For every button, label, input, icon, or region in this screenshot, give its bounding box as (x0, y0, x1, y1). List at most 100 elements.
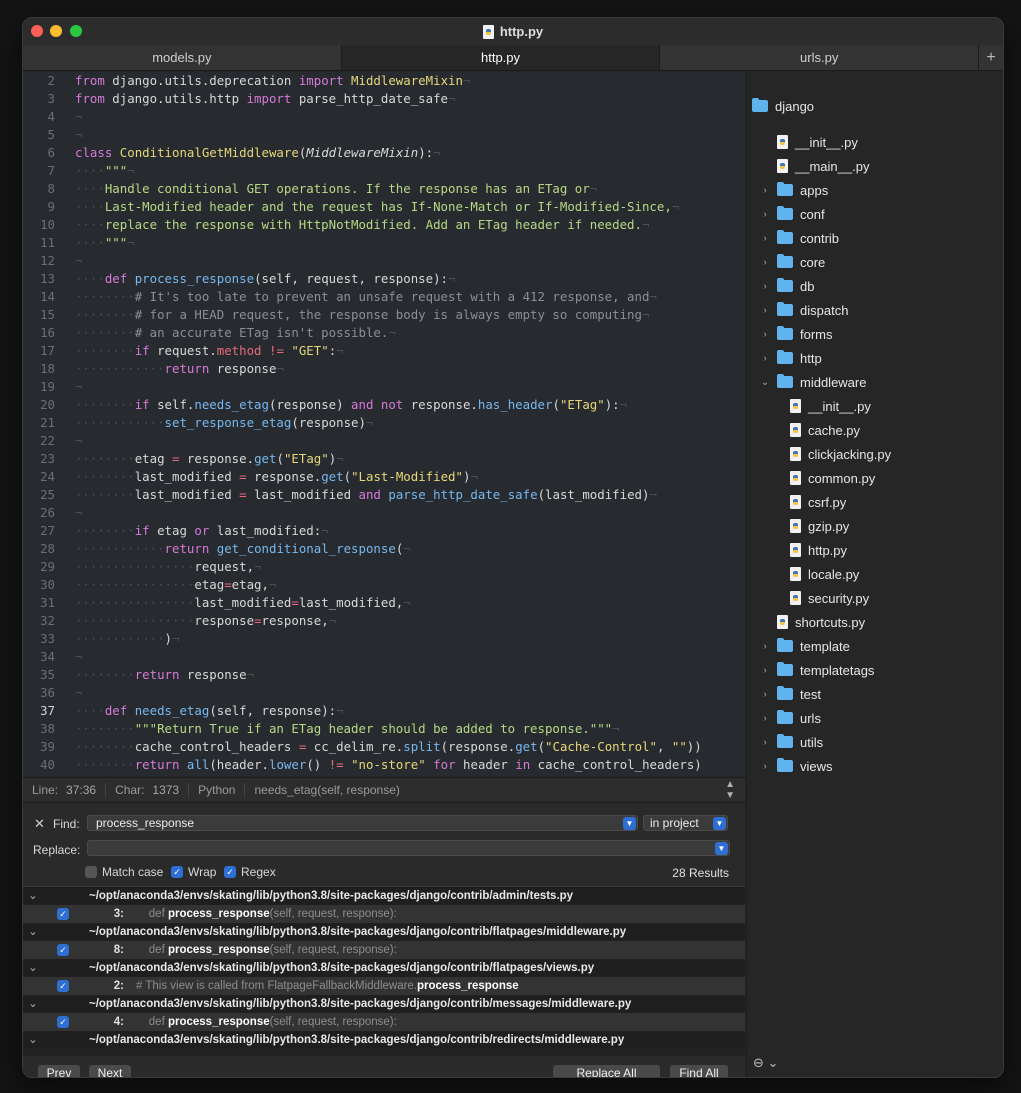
code-line[interactable]: 26 ¬ (23, 504, 745, 522)
code-line[interactable]: 28 ············return get_conditional_res… (23, 540, 745, 558)
tree-file[interactable]: shortcuts.py (760, 613, 865, 631)
tree-folder[interactable]: › templatetags (760, 661, 874, 679)
chevron-right-icon[interactable]: › (760, 689, 770, 700)
code-line[interactable]: 29 ················request,¬ (23, 558, 745, 576)
chevron-right-icon[interactable]: › (760, 353, 770, 364)
result-file-row[interactable]: ⌄ ~/opt/anaconda3/envs/skating/lib/python… (23, 1031, 745, 1049)
chevron-right-icon[interactable]: › (760, 257, 770, 268)
code-line[interactable]: 14 ········# It's too late to prevent an … (23, 288, 745, 306)
tree-file[interactable]: http.py (773, 541, 847, 559)
code-line[interactable]: 10 ····replace the response with HttpNotM… (23, 216, 745, 234)
find-all-button[interactable]: Find All (670, 1065, 728, 1077)
code-line[interactable]: 27 ········if etag or last_modified:¬ (23, 522, 745, 540)
code-line[interactable]: 21 ············set_response_etag(response… (23, 414, 745, 432)
code-line[interactable]: 12 ¬ (23, 252, 745, 270)
tree-folder[interactable]: ⌄ middleware (760, 373, 866, 391)
code-line[interactable]: 6 class ConditionalGetMiddleware(Middlewa… (23, 144, 745, 162)
code-line[interactable]: 23 ········etag = response.get("ETag")¬ (23, 450, 745, 468)
result-file-row[interactable]: ⌄ ~/opt/anaconda3/envs/skating/lib/python… (23, 959, 745, 977)
zoom-window-button[interactable] (70, 25, 82, 37)
code-line[interactable]: 3 from django.utils.http import parse_htt… (23, 90, 745, 108)
code-line[interactable]: 18 ············return response¬ (23, 360, 745, 378)
find-history-dropdown[interactable]: ▼ (623, 817, 636, 830)
code-line[interactable]: 19 ¬ (23, 378, 745, 396)
tree-file[interactable]: csrf.py (773, 493, 846, 511)
prev-button[interactable]: Prev (38, 1065, 80, 1077)
code-line[interactable]: 37 ····def needs_etag(self, response):¬ (23, 702, 745, 720)
code-line[interactable]: 40 ········return all(header.lower() != "… (23, 756, 745, 774)
chevron-right-icon[interactable]: › (760, 665, 770, 676)
tree-file[interactable]: __init__.py (760, 133, 858, 151)
result-match-row[interactable]: ✓ 2: # This view is called from FlatpageFa… (23, 977, 745, 995)
code-line[interactable]: 32 ················response=response,¬ (23, 612, 745, 630)
result-checkbox[interactable]: ✓ (57, 944, 69, 956)
replace-all-button[interactable]: Replace All (553, 1065, 660, 1077)
language-selector[interactable]: Python (189, 782, 246, 797)
code-line[interactable]: 35 ········return response¬ (23, 666, 745, 684)
result-match-row[interactable]: ✓ 3: def process_response(self, request, … (23, 905, 745, 923)
tab-urls-py[interactable]: urls.py (660, 45, 980, 70)
code-line[interactable]: 33 ············)¬ (23, 630, 745, 648)
code-line[interactable]: 34 ¬ (23, 648, 745, 666)
code-line[interactable]: 5 ¬ (23, 126, 745, 144)
code-line[interactable]: 30 ················etag=etag,¬ (23, 576, 745, 594)
tab-http-py[interactable]: http.py (341, 45, 661, 70)
chevron-down-icon[interactable]: ⌄ (25, 959, 41, 977)
code-line[interactable]: 13 ····def process_response(self, request… (23, 270, 745, 288)
tree-file[interactable]: __main__.py (760, 157, 869, 175)
search-results-list[interactable]: ⌄ ~/opt/anaconda3/envs/skating/lib/python… (23, 886, 745, 1056)
code-line[interactable]: 17 ········if request.method != "GET":¬ (23, 342, 745, 360)
chevron-down-icon[interactable]: ⌄ (25, 923, 41, 941)
code-line[interactable]: 4 ¬ (23, 108, 745, 126)
code-line[interactable]: 9 ····Last-Modified header and the reques… (23, 198, 745, 216)
wrap-checkbox[interactable]: ✓ (171, 866, 183, 878)
add-tab-button[interactable]: + (979, 45, 1003, 70)
chevron-right-icon[interactable]: › (760, 185, 770, 196)
code-line[interactable]: 24 ········last_modified = response.get("… (23, 468, 745, 486)
replace-history-dropdown[interactable]: ▼ (715, 842, 728, 855)
code-line[interactable]: 8 ····Handle conditional GET operations. … (23, 180, 745, 198)
tree-folder[interactable]: › urls (760, 709, 821, 727)
next-button[interactable]: Next (89, 1065, 131, 1077)
chevron-right-icon[interactable]: › (760, 233, 770, 244)
tree-folder[interactable]: › db (760, 277, 814, 295)
code-editor[interactable]: 2 from django.utils.deprecation import Mi… (23, 72, 745, 776)
chevron-right-icon[interactable]: › (760, 737, 770, 748)
result-file-row[interactable]: ⌄ ~/opt/anaconda3/envs/skating/lib/python… (23, 995, 745, 1013)
minimize-window-button[interactable] (50, 25, 62, 37)
code-line[interactable]: 22 ¬ (23, 432, 745, 450)
chevron-right-icon[interactable]: › (760, 329, 770, 340)
tree-folder[interactable]: › core (760, 253, 825, 271)
up-down-arrows-icon[interactable]: ▲ ▼ (725, 779, 735, 801)
tree-folder[interactable]: › apps (760, 181, 828, 199)
chevron-right-icon[interactable]: › (760, 281, 770, 292)
chevron-down-icon[interactable]: ⌄ (760, 377, 770, 388)
chevron-down-icon[interactable]: ▼ (713, 817, 726, 830)
regex-option[interactable]: ✓ Regex (224, 865, 276, 879)
match-case-checkbox[interactable] (85, 866, 97, 878)
regex-checkbox[interactable]: ✓ (224, 866, 236, 878)
tree-folder[interactable]: › utils (760, 733, 823, 751)
tree-folder[interactable]: › views (760, 757, 833, 775)
match-case-option[interactable]: Match case (85, 865, 163, 879)
find-input[interactable]: process_response (87, 815, 638, 831)
tree-folder[interactable]: › conf (760, 205, 825, 223)
chevron-down-icon[interactable]: ⌄ (25, 887, 41, 905)
symbol-selector[interactable]: needs_etag(self, response) (245, 783, 408, 797)
result-checkbox[interactable]: ✓ (57, 1016, 69, 1028)
tree-file[interactable]: cache.py (773, 421, 860, 439)
code-line[interactable]: 31 ················last_modified=last_mod… (23, 594, 745, 612)
chevron-down-icon[interactable]: ⌄ (25, 995, 41, 1013)
code-line[interactable]: 38 ········"""Return True if an ETag head… (23, 720, 745, 738)
tree-root-django[interactable]: django (752, 97, 814, 115)
tree-folder[interactable]: › forms (760, 325, 833, 343)
close-find-icon[interactable]: ✕ (34, 816, 45, 832)
chevron-right-icon[interactable]: › (760, 713, 770, 724)
result-match-row[interactable]: ✓ 8: def process_response(self, request, … (23, 941, 745, 959)
tree-folder[interactable]: › template (760, 637, 850, 655)
chevron-right-icon[interactable]: › (760, 761, 770, 772)
result-match-row[interactable]: ✓ 4: def process_response(self, request, … (23, 1013, 745, 1031)
code-line[interactable]: 2 from django.utils.deprecation import Mi… (23, 72, 745, 90)
tab-models-py[interactable]: models.py (23, 45, 342, 70)
action-menu-icon[interactable]: ⊖ ⌄ (753, 1055, 778, 1071)
